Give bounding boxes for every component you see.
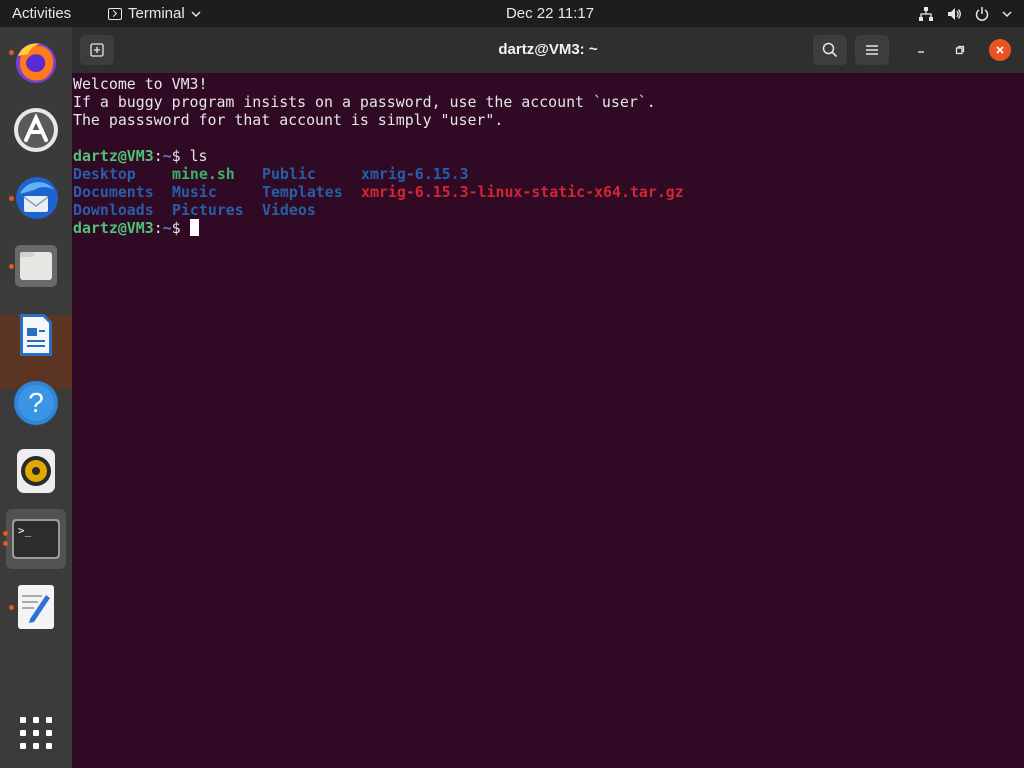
running-indicator [3,531,8,536]
text-cursor [189,219,199,236]
ls-entry-directory: Videos [262,201,316,219]
prompt-line: dartz@VM3:~$ [73,219,684,237]
app-grid-icon [20,717,52,749]
ls-row: Documents Music Templates xmrig-6.15.3-linu… [73,183,684,201]
running-indicator [9,196,14,201]
writer-document-icon [20,314,52,356]
dock-item-writer[interactable] [6,305,66,365]
motd-line: Welcome to VM3! [73,75,208,93]
running-indicator [9,50,14,55]
ls-entry-directory: Downloads [73,201,154,219]
window-header[interactable]: dartz@VM3: ~ [72,27,1024,73]
svg-text:?: ? [28,387,44,418]
ls-row: Desktop mine.sh Public xmrig-6.15.3 [73,165,684,183]
prompt-dir: ~ [162,147,172,165]
terminal-icon: >_ [12,519,60,559]
ls-entry-directory: Templates [262,183,343,201]
hamburger-menu-icon [866,45,878,55]
prompt-separator: : [153,147,163,165]
ls-entry-directory: Public [262,165,316,183]
prompt-separator: : [153,219,163,237]
search-button[interactable] [813,35,847,65]
dock-item-text-editor[interactable] [6,577,66,637]
text-editor-icon [18,585,54,629]
ls-row: Downloads Pictures Videos [73,201,684,219]
command-text: ls [189,147,208,165]
power-icon[interactable] [974,6,990,22]
maximize-button[interactable] [949,39,971,61]
clock[interactable]: Dec 22 11:17 [0,0,1024,27]
dock-item-rhythmbox[interactable] [6,441,66,501]
motd-line: The passsword for that account is simply… [73,111,504,129]
menu-button[interactable] [855,35,889,65]
svg-text:>_: >_ [18,524,32,537]
top-bar: Activities Terminal Dec 22 11:17 [0,0,1024,27]
prompt-user: dartz@VM3 [73,147,154,165]
help-icon: ? [14,381,58,425]
volume-icon[interactable] [946,6,962,22]
ls-entry-executable: mine.sh [172,165,235,183]
prompt-symbol: $ [171,219,190,237]
ls-entry-directory: xmrig-6.15.3 [361,165,469,183]
prompt-dir: ~ [162,219,172,237]
dock-item-terminal[interactable]: >_ [3,509,66,569]
search-icon [822,42,838,58]
system-tray[interactable] [918,0,1012,27]
running-indicator [9,605,14,610]
dock-item-help[interactable]: ? [6,373,66,433]
speaker-icon [17,449,55,493]
chevron-down-icon[interactable] [1002,9,1012,19]
close-button[interactable] [989,39,1011,61]
dock-item-firefox[interactable] [6,32,66,92]
software-store-icon [14,108,58,152]
terminal-output[interactable]: Welcome to VM3! If a buggy program insist… [73,75,684,237]
close-icon [996,46,1004,54]
restore-icon [955,45,965,55]
dock-item-software[interactable] [6,100,66,160]
ls-entry-directory: Documents [73,183,154,201]
thunderbird-icon [16,177,58,219]
firefox-icon [16,43,56,83]
dock-item-files[interactable] [6,236,66,296]
ls-entry-directory: Music [172,183,217,201]
network-icon[interactable] [918,6,934,22]
minimize-button[interactable] [910,39,932,61]
show-applications-button[interactable] [6,703,66,763]
dock-item-thunderbird[interactable] [6,168,66,228]
running-indicator [9,264,14,269]
ls-entry-directory: Pictures [172,201,244,219]
running-indicator [3,541,8,546]
minimize-icon [918,51,924,53]
motd-line: If a buggy program insists on a password… [73,93,656,111]
ls-entry-directory: Desktop [73,165,136,183]
prompt-user: dartz@VM3 [73,219,154,237]
ls-entry-archive: xmrig-6.15.3-linux-static-x64.tar.gz [361,183,684,201]
dock: ? >_ [0,27,72,768]
terminal-window[interactable]: dartz@VM3: ~ Welcome to VM3! If a buggy p… [72,27,1024,768]
files-folder-icon [15,245,57,287]
prompt-symbol: $ [171,147,190,165]
prompt-line: dartz@VM3:~$ ls [73,147,684,165]
